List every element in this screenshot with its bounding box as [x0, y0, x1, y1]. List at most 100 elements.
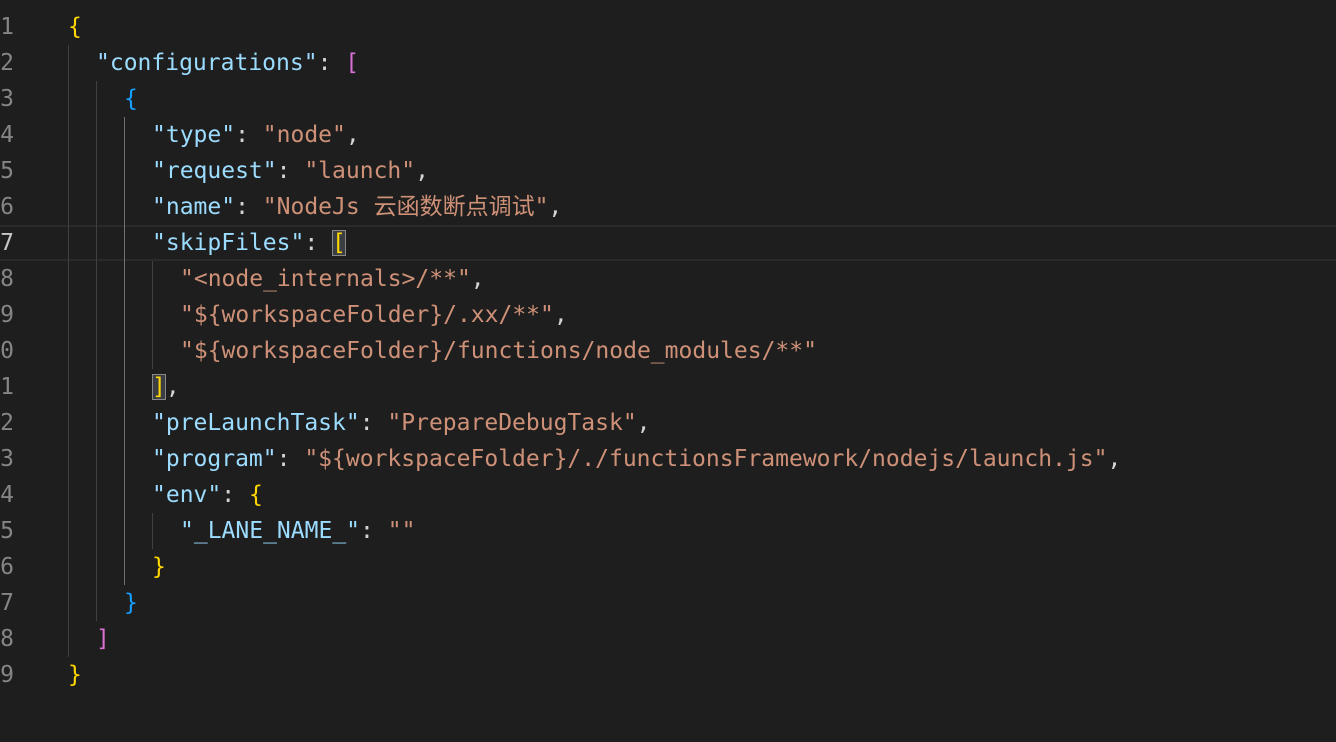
- code-token: "program": [152, 446, 277, 472]
- code-token: {: [248, 482, 263, 508]
- indent-guide: [152, 261, 153, 369]
- code-token: ,: [470, 266, 485, 292]
- code-text: }: [124, 585, 138, 621]
- code-line[interactable]: 3{: [0, 81, 1336, 117]
- code-line[interactable]: 5 "request": "launch",: [0, 153, 1336, 189]
- code-text: "<node_internals>/**",: [180, 261, 485, 297]
- code-text: "skipFiles": [: [152, 227, 346, 259]
- code-line[interactable]: 1{: [0, 9, 1336, 45]
- code-token: "": [387, 518, 416, 544]
- code-token: "_LANE_NAME_": [180, 518, 361, 544]
- code-token: "name": [152, 194, 236, 220]
- code-text: "name": "NodeJs 云函数断点调试",: [152, 189, 562, 225]
- code-token: ,: [345, 122, 360, 148]
- indent-guide: [152, 513, 153, 549]
- code-token: {: [124, 86, 138, 112]
- line-number: 13: [0, 446, 14, 472]
- code-token: "PrepareDebugTask": [387, 410, 637, 436]
- code-token: "type": [152, 122, 236, 148]
- code-token: ,: [636, 410, 651, 436]
- line-number: 3: [0, 86, 14, 112]
- code-token: :: [317, 50, 346, 76]
- indent-guide: [124, 117, 125, 585]
- code-token: ,: [415, 158, 429, 184]
- line-number: 10: [0, 338, 14, 364]
- code-token: "${workspaceFolder}/functions/node_modul…: [180, 338, 817, 364]
- line-number: 12: [0, 410, 14, 436]
- code-token: :: [235, 194, 263, 220]
- line-number: 19: [0, 662, 14, 688]
- indent-guide: [96, 81, 97, 621]
- code-token: ,: [553, 302, 568, 328]
- code-text: }: [152, 549, 166, 585]
- code-token: "${workspaceFolder}/./functionsFramework…: [304, 446, 1108, 472]
- line-number: 16: [0, 554, 14, 580]
- code-token: "launch": [304, 158, 416, 184]
- line-number: 2: [0, 50, 14, 76]
- code-line[interactable]: 11],: [0, 369, 1336, 405]
- code-line[interactable]: 17}: [0, 585, 1336, 621]
- line-number: 6: [0, 194, 14, 220]
- code-text: ]: [96, 621, 110, 657]
- code-text: "_LANE_NAME_": "": [180, 513, 415, 549]
- matched-bracket: ]: [152, 374, 166, 400]
- line-number: 15: [0, 518, 14, 544]
- code-token: "request": [152, 158, 277, 184]
- code-text: "program": "${workspaceFolder}/./functio…: [152, 441, 1121, 477]
- code-token: "configurations": [96, 50, 318, 76]
- code-token: }: [124, 590, 138, 616]
- line-number: 4: [0, 122, 14, 148]
- line-number: 7: [0, 230, 14, 256]
- code-token: [: [345, 50, 360, 76]
- indent-guide: [68, 45, 69, 657]
- clipped-top-edge: [0, 0, 1336, 6]
- line-number: 17: [0, 590, 14, 616]
- code-token: "${workspaceFolder}/.xx/**": [180, 302, 554, 328]
- code-token: :: [276, 446, 305, 472]
- code-text: "configurations": [: [96, 45, 359, 81]
- code-token: :: [221, 482, 249, 508]
- code-line[interactable]: 19}: [0, 657, 1336, 693]
- code-token: "env": [152, 482, 222, 508]
- code-token: :: [360, 518, 388, 544]
- matched-bracket: [: [332, 230, 346, 256]
- code-line[interactable]: 12 "preLaunchTask": "PrepareDebugTask",: [0, 405, 1336, 441]
- code-line[interactable]: 8 "<node_internals>/**",: [0, 261, 1336, 297]
- code-text: "${workspaceFolder}/.xx/**",: [180, 297, 568, 333]
- code-line[interactable]: 9 "${workspaceFolder}/.xx/**",: [0, 297, 1336, 333]
- code-line[interactable]: 16}: [0, 549, 1336, 585]
- code-token: }: [68, 662, 82, 688]
- code-token: ,: [1107, 446, 1122, 472]
- code-token: :: [276, 158, 305, 184]
- code-token: :: [359, 410, 388, 436]
- code-token: ,: [548, 194, 563, 220]
- code-text: {: [68, 9, 82, 45]
- code-text: ],: [152, 369, 180, 405]
- code-editor[interactable]: 1{2 "configurations": [3{4 "type": "node",…: [0, 0, 1336, 742]
- line-number: 8: [0, 266, 14, 292]
- code-line[interactable]: 13 "program": "${workspaceFolder}/./funct…: [0, 441, 1336, 477]
- code-line[interactable]: 2 "configurations": [: [0, 45, 1336, 81]
- code-line[interactable]: 7 "skipFiles": [: [0, 225, 1336, 261]
- code-line[interactable]: 6 "name": "NodeJs 云函数断点调试",: [0, 189, 1336, 225]
- code-text: }: [68, 657, 82, 693]
- line-number: 9: [0, 302, 14, 328]
- code-text: "type": "node",: [152, 117, 360, 153]
- code-line[interactable]: 14 "env": {: [0, 477, 1336, 513]
- line-number: 11: [0, 374, 14, 400]
- code-token: "NodeJs 云函数断点调试": [262, 194, 549, 220]
- code-line[interactable]: 10 "${workspaceFolder}/functions/node_mod…: [0, 333, 1336, 369]
- code-text: "env": {: [152, 477, 263, 513]
- line-number: 18: [0, 626, 14, 652]
- code-line[interactable]: 4 "type": "node",: [0, 117, 1336, 153]
- code-line[interactable]: 15 "_LANE_NAME_": "": [0, 513, 1336, 549]
- code-token: "preLaunchTask": [152, 410, 360, 436]
- line-number: 14: [0, 482, 14, 508]
- code-token: "<node_internals>/**": [180, 266, 471, 292]
- code-line[interactable]: 18]: [0, 621, 1336, 657]
- code-token: ]: [96, 626, 110, 652]
- code-token: ,: [165, 374, 180, 400]
- line-number: 1: [0, 14, 14, 40]
- code-token: :: [304, 230, 333, 256]
- code-text: "preLaunchTask": "PrepareDebugTask",: [152, 405, 651, 441]
